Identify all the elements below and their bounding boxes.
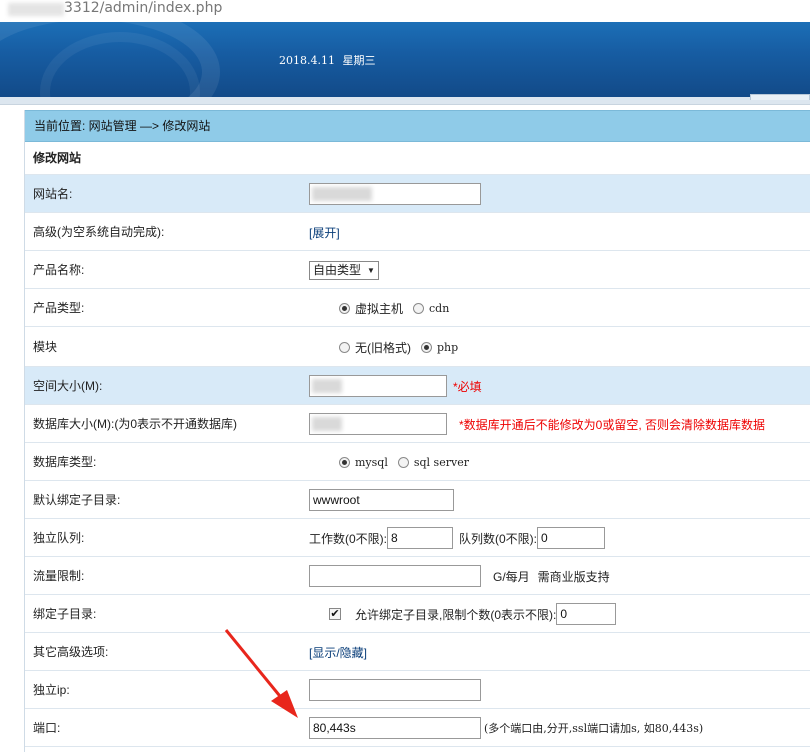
traffic-note: 需商业版支持	[537, 569, 610, 584]
subdir-limit-input[interactable]: 0	[556, 603, 617, 625]
radio-php[interactable]: php	[421, 341, 458, 354]
db-size-warning: *数据库开通后不能修改为0或留空, 否则会清除数据库数据	[459, 417, 766, 432]
redacted-host	[8, 3, 64, 16]
row-product-name: 产品名称: 自由类型 ▼	[25, 251, 810, 289]
row-site-name: 网站名:	[25, 175, 810, 213]
default-dir-label: 默认绑定子目录:	[33, 493, 121, 507]
radio-cdn[interactable]: cdn	[413, 302, 449, 315]
queue-count-label: 队列数(0不限):	[459, 531, 538, 546]
option-label: sql server	[413, 455, 469, 469]
weekday-text: 星期三	[342, 54, 376, 67]
section-title: 修改网站	[25, 142, 810, 175]
option-label: 无(旧格式)	[355, 340, 411, 355]
row-other-advanced: 其它高级选项: [显示/隐藏]	[25, 633, 810, 671]
row-default-dir: 默认绑定子目录: wwwroot	[25, 481, 810, 519]
row-queue: 独立队列: 工作数(0不限): 8 队列数(0不限): 0	[25, 519, 810, 557]
header-strip	[0, 94, 810, 105]
radio-virtual-host[interactable]: 虚拟主机	[339, 300, 403, 317]
space-size-label: 空间大小(M):	[33, 379, 103, 393]
row-db-size: 数据库大小(M):(为0表示不开通数据库) *数据库开通后不能修改为0或留空, …	[25, 405, 810, 443]
other-advanced-label: 其它高级选项:	[33, 645, 109, 659]
port-label: 端口:	[33, 721, 61, 735]
product-type-label: 产品类型:	[33, 301, 85, 315]
radio-unselected-icon[interactable]	[413, 302, 425, 314]
row-bind-subdir: 绑定子目录: ✔ 允许绑定子目录,限制个数(0表示不限): 0	[25, 595, 810, 633]
product-name-label: 产品名称:	[33, 263, 85, 277]
header-banner: 2018.4.11 星期三	[0, 22, 810, 97]
header-tab[interactable]	[750, 94, 810, 100]
ip-input[interactable]	[309, 679, 481, 701]
radio-selected-icon[interactable]	[421, 341, 432, 353]
option-label: 虚拟主机	[355, 301, 404, 316]
redacted-value	[312, 187, 372, 201]
radio-selected-icon[interactable]	[339, 302, 350, 314]
radio-old-format[interactable]: 无(旧格式)	[339, 339, 411, 356]
row-ip: 独立ip:	[25, 671, 810, 709]
redacted-value	[312, 379, 342, 393]
row-space-size: 空间大小(M): *必填	[25, 367, 810, 405]
expand-link[interactable]: [展开]	[309, 224, 340, 241]
workers-label: 工作数(0不限):	[309, 531, 388, 546]
radio-unselected-icon[interactable]	[339, 341, 350, 353]
allow-subdir-text: 允许绑定子目录,限制个数(0表示不限):	[355, 607, 557, 622]
required-note: *必填	[453, 379, 482, 394]
row-advanced: 高级(为空系统自动完成): [展开]	[25, 213, 810, 251]
product-name-select[interactable]: 自由类型 ▼	[309, 260, 379, 280]
radio-sql-server[interactable]: sql server	[397, 455, 469, 469]
option-label: php	[437, 340, 459, 354]
radio-mysql[interactable]: mysql	[339, 456, 388, 469]
workers-input[interactable]: 8	[387, 527, 454, 549]
edit-site-panel: 当前位置: 网站管理 —> 修改网站 修改网站 网站名: 高级(为空系统自动完成…	[24, 110, 810, 752]
traffic-input[interactable]	[309, 565, 481, 587]
url-text: 3312/admin/index.php	[64, 0, 223, 16]
row-port: 端口: 80,443s (多个端口由,分开,ssl端口请加s, 如80,443s…	[25, 709, 810, 747]
site-name-label: 网站名:	[33, 187, 73, 201]
radio-selected-icon[interactable]	[339, 456, 350, 468]
show-hide-link[interactable]: [显示/隐藏]	[309, 644, 367, 661]
row-db-type: 数据库类型: mysql sql server	[25, 443, 810, 481]
radio-unselected-icon[interactable]	[397, 456, 409, 468]
port-note: (多个端口由,分开,ssl端口请加s, 如80,443s)	[484, 722, 704, 735]
row-product-type: 产品类型: 虚拟主机 cdn	[25, 289, 810, 327]
dropdown-caret-icon: ▼	[367, 265, 375, 275]
traffic-unit: G/每月	[493, 569, 530, 584]
allow-subdir-checkbox[interactable]: ✔	[329, 608, 341, 620]
module-label: 模块	[33, 340, 58, 354]
ip-label: 独立ip:	[33, 683, 70, 697]
db-size-label: 数据库大小(M):(为0表示不开通数据库)	[33, 417, 237, 431]
row-traffic: 流量限制: G/每月 需商业版支持	[25, 557, 810, 595]
site-name-input[interactable]	[309, 183, 481, 205]
product-name-value: 自由类型	[313, 262, 362, 277]
db-type-label: 数据库类型:	[33, 455, 97, 469]
header-date: 2018.4.11 星期三	[279, 52, 375, 68]
advanced-label: 高级(为空系统自动完成):	[33, 225, 165, 239]
queue-label: 独立队列:	[33, 531, 85, 545]
browser-address-bar[interactable]: 3312/admin/index.php	[0, 0, 810, 20]
default-dir-input[interactable]: wwwroot	[309, 489, 454, 511]
option-label: cdn	[429, 301, 450, 315]
date-text: 2018.4.11	[279, 54, 335, 67]
space-size-input[interactable]	[309, 375, 447, 397]
breadcrumb: 当前位置: 网站管理 —> 修改网站	[25, 110, 810, 142]
option-label: mysql	[355, 455, 388, 469]
db-size-input[interactable]	[309, 413, 447, 435]
bind-subdir-label: 绑定子目录:	[33, 607, 97, 621]
traffic-label: 流量限制:	[33, 569, 85, 583]
port-input[interactable]: 80,443s	[309, 717, 481, 739]
row-module: 模块 无(旧格式) php	[25, 327, 810, 367]
redacted-value	[312, 417, 342, 431]
queue-count-input[interactable]: 0	[537, 527, 606, 549]
